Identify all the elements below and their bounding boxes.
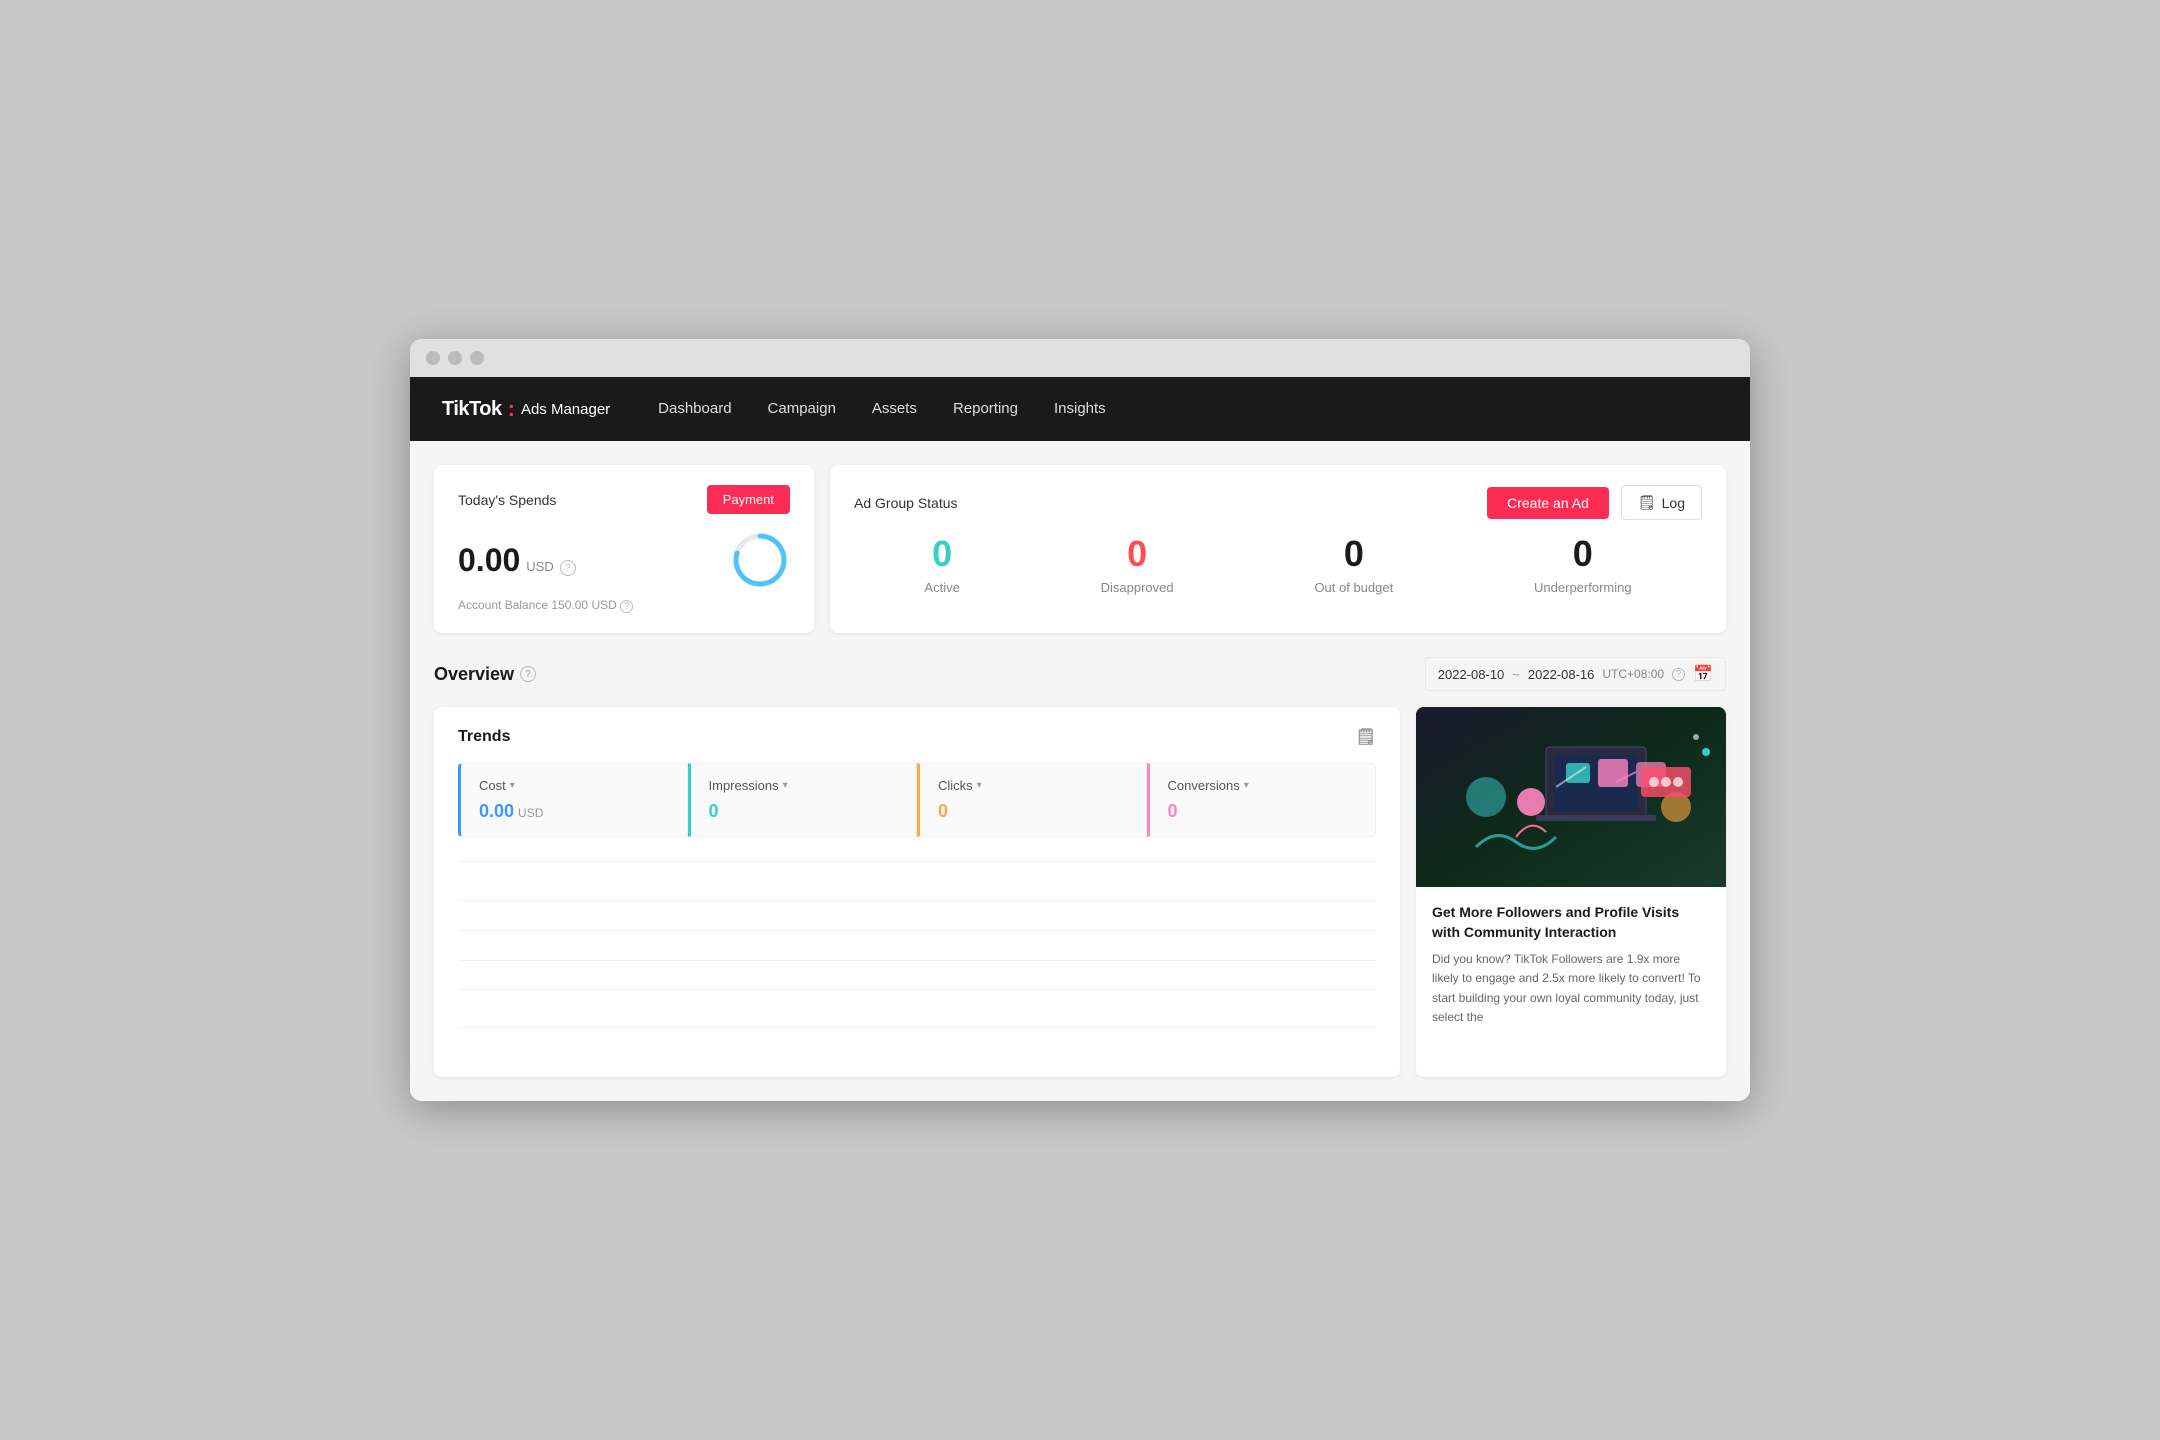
nav-reporting[interactable]: Reporting bbox=[953, 400, 1018, 417]
impressions-chevron-icon[interactable]: ▾ bbox=[783, 780, 788, 791]
nav-dashboard[interactable]: Dashboard bbox=[658, 400, 731, 417]
spending-panel-header: Today's Spends Payment bbox=[458, 485, 790, 514]
browser-dot-3 bbox=[470, 351, 484, 365]
top-panels: Today's Spends Payment 0.00 USD ? Acco bbox=[434, 465, 1726, 633]
logo-text: TikTok bbox=[442, 398, 502, 421]
out-of-budget-label: Out of budget bbox=[1314, 580, 1393, 595]
disapproved-count: 0 bbox=[1101, 536, 1174, 572]
nav-links: Dashboard Campaign Assets Reporting Insi… bbox=[658, 400, 1106, 418]
nav-assets[interactable]: Assets bbox=[872, 400, 917, 417]
nav-campaign[interactable]: Campaign bbox=[768, 400, 836, 417]
active-count: 0 bbox=[924, 536, 959, 572]
ad-status-actions: Create an Ad 🗒 Log bbox=[1487, 485, 1702, 520]
metric-cost: Cost ▾ 0.00USD bbox=[458, 763, 688, 837]
chart-spacer-2 bbox=[458, 1027, 1376, 1057]
ad-status-panel: Ad Group Status Create an Ad 🗒 Log 0 Act… bbox=[830, 465, 1726, 633]
navbar: TikTok : Ads Manager Dashboard Campaign … bbox=[410, 377, 1750, 441]
metric-conversions-header: Conversions ▾ bbox=[1168, 778, 1358, 793]
overview-section-header: Overview ? 2022-08-10 ~ 2022-08-16 UTC+0… bbox=[434, 657, 1726, 699]
side-card-image bbox=[1416, 707, 1726, 887]
browser-dot-1 bbox=[426, 351, 440, 365]
metric-clicks-label: Clicks bbox=[938, 778, 973, 793]
spend-amount-row: 0.00 USD ? bbox=[458, 530, 790, 590]
browser-window: TikTok : Ads Manager Dashboard Campaign … bbox=[410, 339, 1750, 1101]
date-end: 2022-08-16 bbox=[1528, 667, 1595, 682]
balance-help-icon[interactable]: ? bbox=[620, 600, 633, 613]
overview-side-card: Get More Followers and Profile Visits wi… bbox=[1416, 707, 1726, 1077]
trends-title: Trends bbox=[458, 728, 510, 746]
spend-amount: 0.00 USD ? bbox=[458, 542, 576, 579]
spending-title: Today's Spends bbox=[458, 492, 556, 508]
clicks-chevron-icon[interactable]: ▾ bbox=[977, 780, 982, 791]
status-disapproved: 0 Disapproved bbox=[1101, 536, 1174, 595]
browser-dot-2 bbox=[448, 351, 462, 365]
conversions-chevron-icon[interactable]: ▾ bbox=[1244, 780, 1249, 791]
overview-title-row: Overview ? bbox=[434, 664, 536, 685]
log-button[interactable]: 🗒 Log bbox=[1621, 485, 1702, 520]
chart-spacer-1 bbox=[458, 989, 1376, 1019]
metric-conversions-label: Conversions bbox=[1168, 778, 1240, 793]
calendar-icon[interactable]: 📅 bbox=[1693, 664, 1713, 684]
underperforming-label: Underperforming bbox=[1534, 580, 1632, 595]
date-start: 2022-08-10 bbox=[1438, 667, 1505, 682]
logo-area: TikTok : Ads Manager bbox=[442, 396, 610, 422]
spend-donut-chart bbox=[730, 530, 790, 590]
ad-status-title: Ad Group Status bbox=[854, 495, 958, 511]
side-card-text: Did you know? TikTok Followers are 1.9x … bbox=[1432, 950, 1710, 1027]
main-content: Today's Spends Payment 0.00 USD ? Acco bbox=[410, 441, 1750, 1101]
spend-number: 0.00 bbox=[458, 542, 520, 579]
metric-impressions-header: Impressions ▾ bbox=[709, 778, 899, 793]
metric-clicks-header: Clicks ▾ bbox=[938, 778, 1128, 793]
chart-area bbox=[458, 861, 1376, 981]
metric-conversions: Conversions ▾ 0 bbox=[1147, 763, 1377, 837]
nav-insights[interactable]: Insights bbox=[1054, 400, 1106, 417]
status-active: 0 Active bbox=[924, 536, 959, 595]
spend-currency: USD bbox=[526, 559, 553, 574]
overview-help-icon[interactable]: ? bbox=[520, 666, 536, 682]
spend-help-icon[interactable]: ? bbox=[560, 560, 576, 576]
export-icon[interactable]: 🗒 bbox=[1356, 727, 1376, 747]
overview-title-text: Overview bbox=[434, 664, 514, 685]
spending-panel: Today's Spends Payment 0.00 USD ? Acco bbox=[434, 465, 814, 633]
metric-cost-header: Cost ▾ bbox=[479, 778, 669, 793]
out-of-budget-count: 0 bbox=[1314, 536, 1393, 572]
ad-status-header: Ad Group Status Create an Ad 🗒 Log bbox=[854, 485, 1702, 520]
metric-impressions-label: Impressions bbox=[709, 778, 779, 793]
status-underperforming: 0 Underperforming bbox=[1534, 536, 1632, 595]
date-separator: ~ bbox=[1512, 667, 1520, 682]
side-card-content: Get More Followers and Profile Visits wi… bbox=[1416, 887, 1726, 1043]
metric-cost-label: Cost bbox=[479, 778, 506, 793]
disapproved-label: Disapproved bbox=[1101, 580, 1174, 595]
metric-clicks-value: 0 bbox=[938, 801, 1128, 822]
date-range[interactable]: 2022-08-10 ~ 2022-08-16 UTC+08:00 ? 📅 bbox=[1425, 657, 1726, 691]
logo-dot: : bbox=[508, 396, 515, 422]
create-ad-button[interactable]: Create an Ad bbox=[1487, 487, 1609, 519]
overview-main: Trends 🗒 Cost ▾ 0.00USD bbox=[434, 707, 1400, 1077]
log-icon: 🗒 bbox=[1638, 494, 1656, 511]
overview-section: Trends 🗒 Cost ▾ 0.00USD bbox=[434, 707, 1726, 1077]
active-label: Active bbox=[924, 580, 959, 595]
cost-chevron-icon[interactable]: ▾ bbox=[510, 780, 515, 791]
browser-chrome bbox=[410, 339, 1750, 377]
timezone: UTC+08:00 bbox=[1602, 667, 1664, 681]
metric-conversions-value: 0 bbox=[1168, 801, 1358, 822]
metric-clicks: Clicks ▾ 0 bbox=[917, 763, 1147, 837]
metric-cost-value: 0.00USD bbox=[479, 801, 669, 822]
chart-gridline-top bbox=[458, 900, 1376, 901]
metric-impressions: Impressions ▾ 0 bbox=[688, 763, 918, 837]
trends-section-label: Trends 🗒 bbox=[458, 727, 1376, 747]
side-card-title: Get More Followers and Profile Visits wi… bbox=[1432, 903, 1710, 942]
underperforming-count: 0 bbox=[1534, 536, 1632, 572]
side-illustration bbox=[1416, 707, 1726, 887]
status-out-of-budget: 0 Out of budget bbox=[1314, 536, 1393, 595]
metric-impressions-value: 0 bbox=[709, 801, 899, 822]
metric-cards: Cost ▾ 0.00USD Impressions ▾ 0 bbox=[458, 763, 1376, 837]
account-balance: Account Balance 150.00 USD ? bbox=[458, 598, 790, 613]
chart-gridline-mid bbox=[458, 930, 1376, 931]
logo-subtitle: Ads Manager bbox=[521, 401, 610, 418]
payment-button[interactable]: Payment bbox=[707, 485, 790, 514]
chart-gridline-bottom bbox=[458, 960, 1376, 961]
status-numbers: 0 Active 0 Disapproved 0 Out of budget 0… bbox=[854, 536, 1702, 595]
date-help-icon[interactable]: ? bbox=[1672, 668, 1685, 681]
